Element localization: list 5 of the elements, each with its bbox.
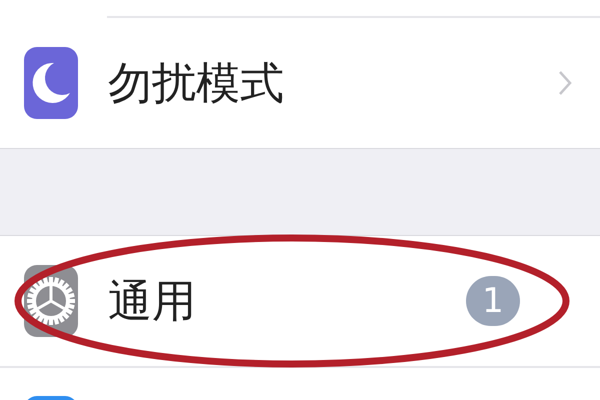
chevron-icon (558, 70, 572, 96)
moon-icon (24, 47, 78, 119)
count-badge: 1 (466, 276, 520, 326)
setting-label[interactable]: 通用 (108, 272, 466, 330)
setting-label[interactable]: 勿扰模式 (108, 54, 558, 112)
